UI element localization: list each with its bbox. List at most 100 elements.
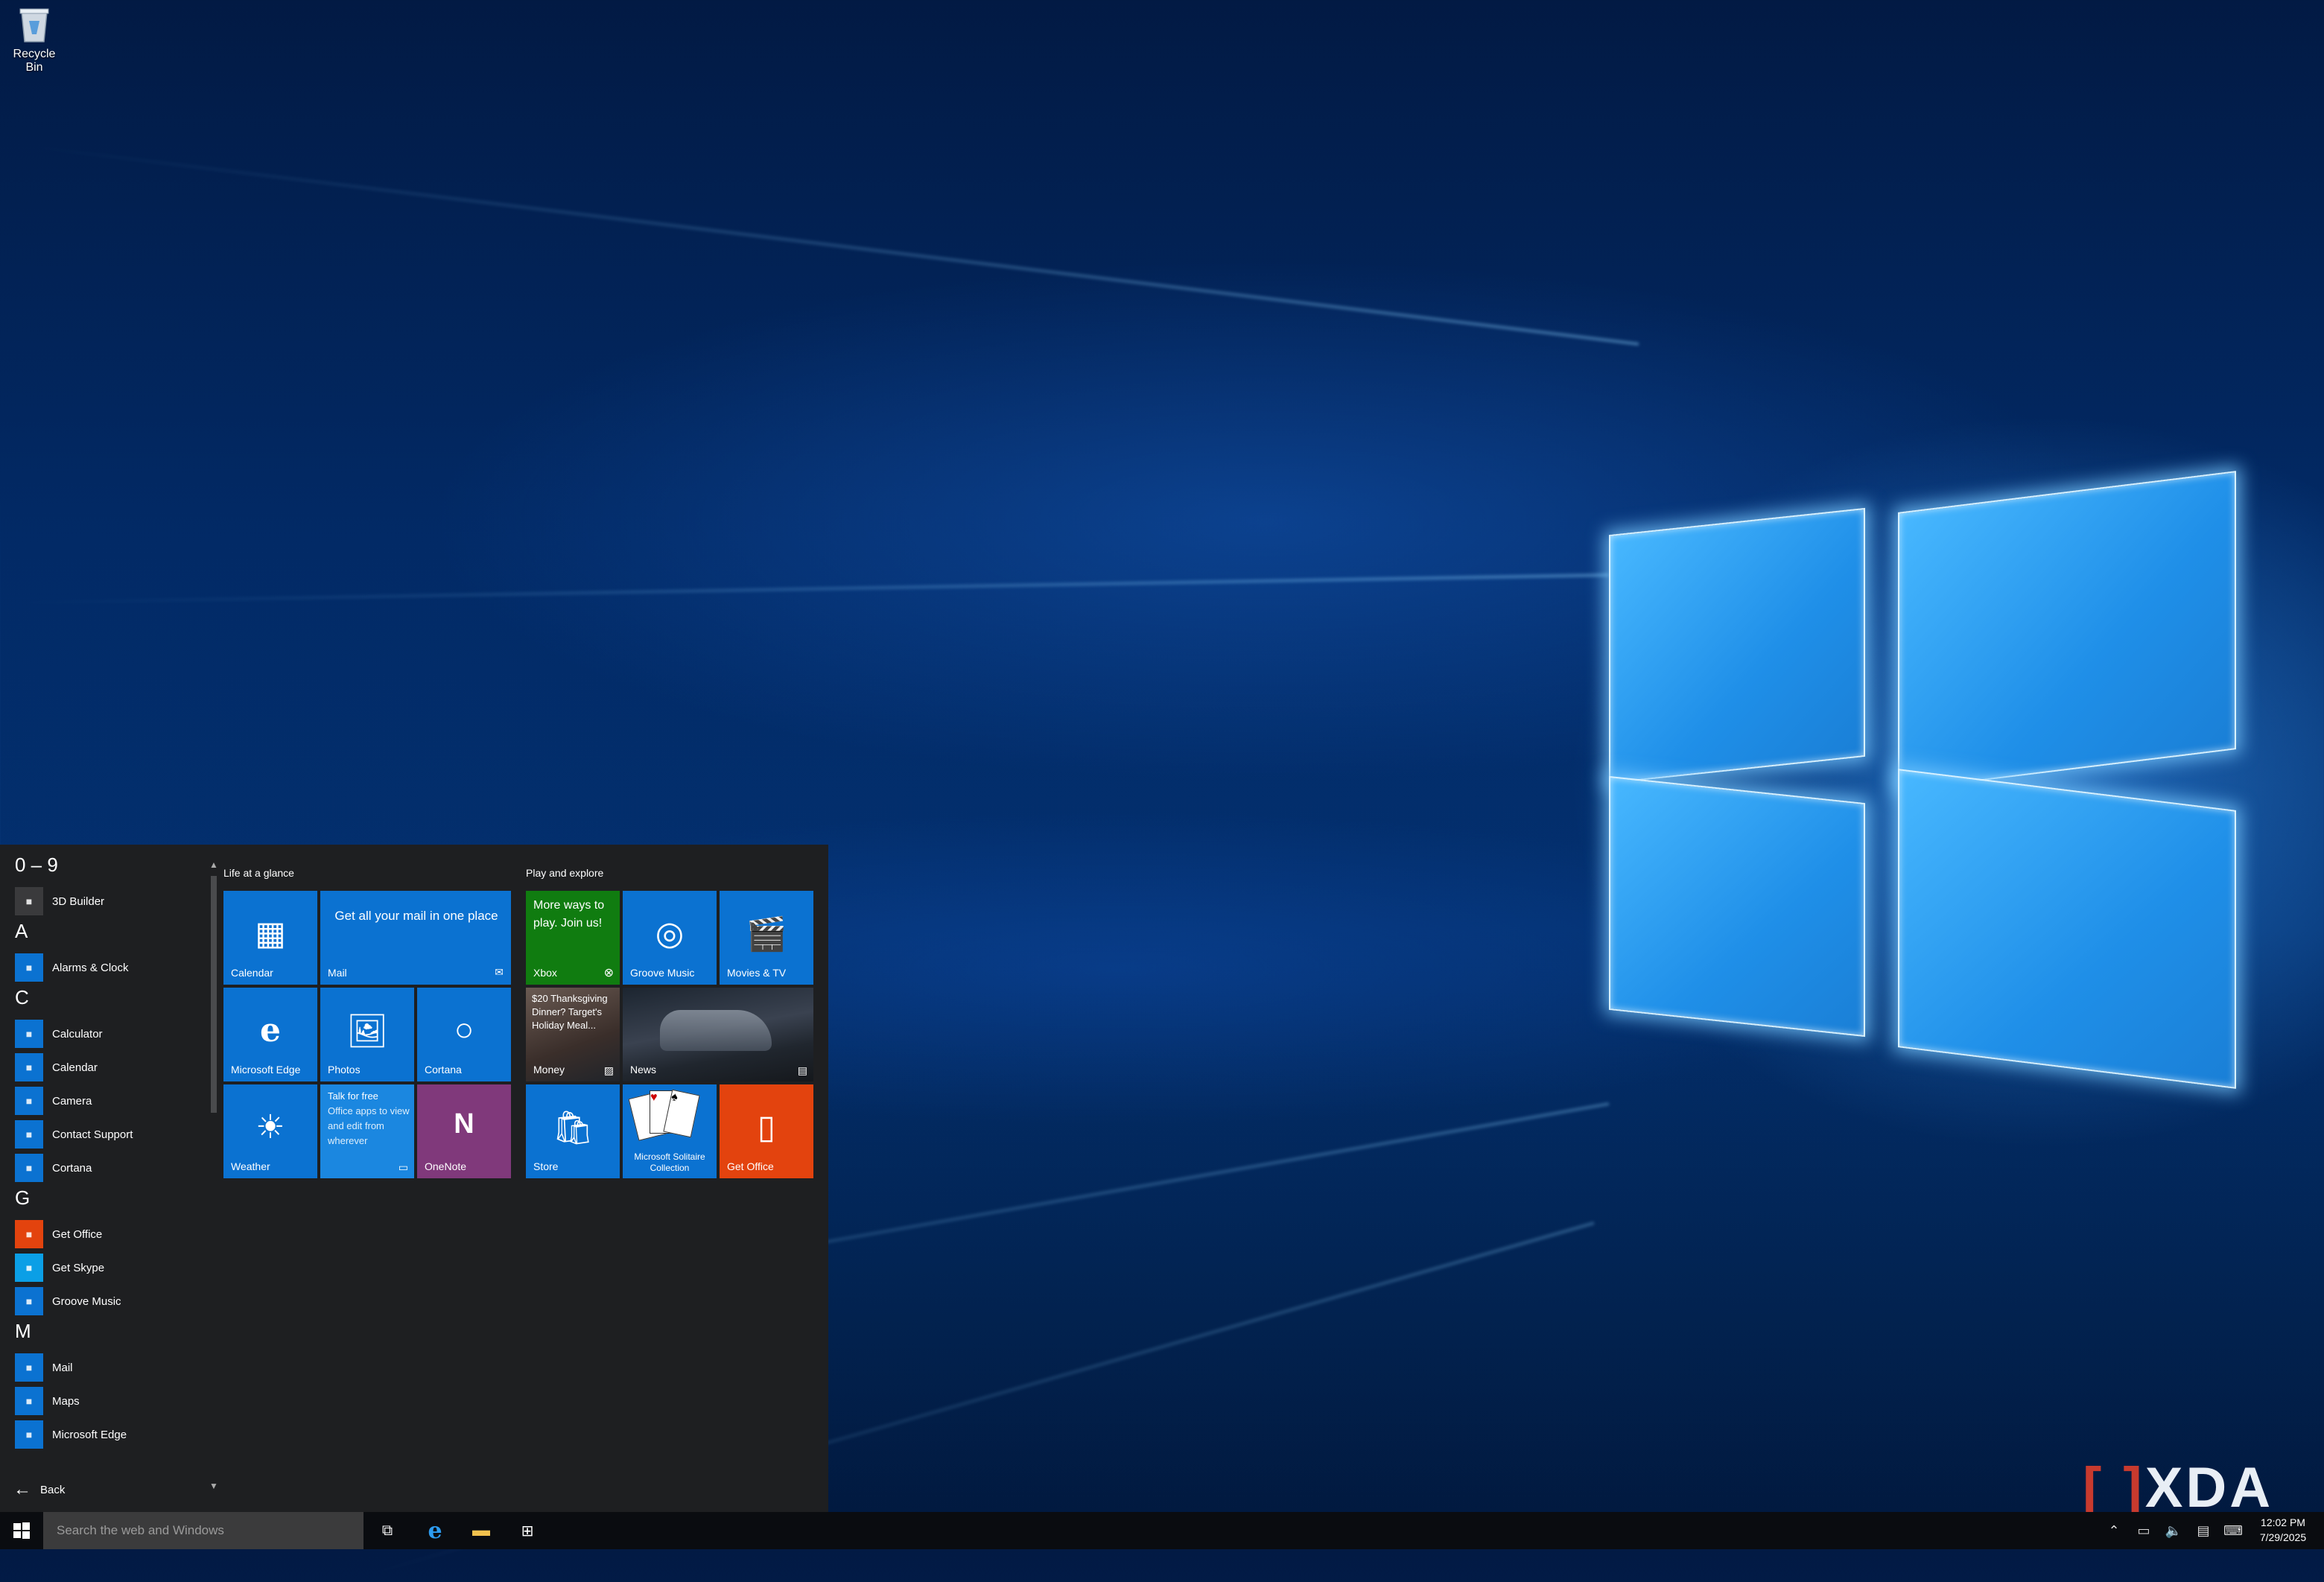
app-list-item[interactable]: ■ Get Skype: [15, 1253, 104, 1283]
back-label: Back: [40, 1483, 66, 1496]
scroll-down-icon[interactable]: ▼: [209, 1481, 218, 1491]
scroll-up-icon[interactable]: ▲: [209, 860, 218, 870]
recycle-bin-label: Recycle Bin: [13, 48, 56, 74]
money-tile-headline: $20 Thanksgiving Dinner? Target's Holida…: [532, 993, 608, 1031]
app-list-section-header[interactable]: C: [15, 986, 29, 1009]
tile-label: Microsoft Solitaire Collection: [634, 1151, 705, 1173]
recycle-bin-icon: [17, 4, 51, 43]
keyboard-button[interactable]: ⌨: [2218, 1512, 2248, 1549]
app-list-item-label: Alarms & Clock: [52, 961, 129, 974]
tile-label: Photos: [328, 1064, 361, 1076]
app-list-item[interactable]: ■ 3D Builder: [15, 886, 104, 916]
edge-icon: ■: [15, 1420, 43, 1449]
tile-cortana[interactable]: ○ Cortana: [417, 988, 511, 1081]
app-list-item-label: Calculator: [52, 1027, 103, 1041]
app-list-section-header[interactable]: 0 – 9: [15, 854, 58, 877]
app-list-item-label: Mail: [52, 1361, 73, 1374]
tile-label: Cortana: [425, 1064, 462, 1076]
keyboard-icon: ⌨: [2223, 1522, 2243, 1538]
app-list-item-label: Microsoft Edge: [52, 1428, 127, 1441]
task-view-button[interactable]: ⧉: [365, 1512, 410, 1549]
app-list-section-header[interactable]: A: [15, 920, 28, 943]
windows-logo-pane: [1609, 507, 1865, 784]
tile-store[interactable]: 🛍 Store: [526, 1084, 620, 1178]
tile-label: News: [630, 1064, 657, 1076]
tile-photos[interactable]: 🖼 Photos: [320, 988, 414, 1081]
tile-xbox[interactable]: More ways to play. Join us! Xbox ⊗: [526, 891, 620, 985]
back-button[interactable]: ← Back: [13, 1479, 65, 1500]
calculator-icon: ■: [15, 1020, 43, 1048]
app-list-item[interactable]: ■ Mail: [15, 1353, 73, 1382]
app-list-item[interactable]: ■ Contact Support: [15, 1119, 133, 1149]
app-list-item[interactable]: ■ Calendar: [15, 1052, 98, 1082]
tile-movies-tv[interactable]: 🎬 Movies & TV: [720, 891, 813, 985]
xda-watermark: [ ]XDA: [2083, 1456, 2274, 1519]
app-list-item-label: Get Skype: [52, 1261, 105, 1274]
scrollbar-thumb[interactable]: [211, 876, 217, 1113]
tile-label: Store: [533, 1160, 559, 1172]
app-list-item[interactable]: ■ Camera: [15, 1086, 92, 1116]
tile-label: Money: [533, 1064, 565, 1076]
xbox-tile-message: More ways to play. Join us!: [533, 899, 605, 930]
tile-label: Mail: [328, 967, 347, 979]
show-hidden-icons-button[interactable]: ⌃: [2099, 1512, 2129, 1549]
app-list-scrollbar[interactable]: ▲ ▼: [209, 860, 219, 1575]
taskbar-file-explorer[interactable]: ▬: [459, 1512, 504, 1549]
action-center-button[interactable]: ▤: [2188, 1512, 2218, 1549]
tile-money[interactable]: $20 Thanksgiving Dinner? Target's Holida…: [526, 988, 620, 1081]
office-promo-body: Office apps to view and edit from wherev…: [328, 1105, 410, 1146]
app-list-section-header[interactable]: M: [15, 1320, 31, 1343]
app-list-item[interactable]: ■ Groove Music: [15, 1286, 121, 1316]
app-list: 0 – 9 ■ 3D Builder A ■ Alarms & Clock C ■ Calcul…: [0, 845, 212, 1519]
volume-icon: 🔈: [2165, 1522, 2182, 1538]
alarm-clock-icon: ■: [15, 953, 43, 982]
tile-news[interactable]: News ▤: [623, 988, 813, 1081]
groove-music-icon: ◎: [655, 915, 685, 952]
app-list-item-label: 3D Builder: [52, 895, 105, 908]
app-list-item[interactable]: ■ Maps: [15, 1386, 80, 1416]
app-list-item[interactable]: ■ Alarms & Clock: [15, 953, 129, 982]
start-button[interactable]: [0, 1512, 43, 1549]
office-icon: ■: [15, 1220, 43, 1248]
store-icon: 🛍: [552, 1110, 594, 1146]
search-box[interactable]: Search the web and Windows: [43, 1512, 363, 1549]
playing-cards-icon: ♥ ♠: [628, 1089, 705, 1141]
store-icon: ⊞: [521, 1522, 534, 1540]
tile-label: Calendar: [231, 967, 273, 979]
windows-logo-pane: [1898, 769, 2236, 1089]
tile-microsoft-edge[interactable]: e Microsoft Edge: [223, 988, 317, 1081]
network-icon: ▭: [2137, 1522, 2150, 1538]
app-list-item[interactable]: ■ Cortana: [15, 1153, 92, 1183]
tile-mail[interactable]: Get all your mail in one place Mail ✉: [320, 891, 511, 985]
network-button[interactable]: ▭: [2129, 1512, 2159, 1549]
volume-button[interactable]: 🔈: [2159, 1512, 2188, 1549]
app-list-item-label: Cortana: [52, 1161, 92, 1175]
tile-get-office[interactable]: ▯ Get Office: [720, 1084, 813, 1178]
contact-support-icon: ■: [15, 1120, 43, 1149]
app-list-item-label: Contact Support: [52, 1128, 133, 1141]
cortana-icon: ■: [15, 1154, 43, 1182]
tile-onenote[interactable]: N OneNote: [417, 1084, 511, 1178]
clock[interactable]: 12:02 PM 7/29/2025: [2250, 1515, 2317, 1545]
groove-music-icon: ■: [15, 1287, 43, 1315]
laptop-icon: ▭: [398, 1161, 408, 1173]
tile-weather[interactable]: ☀ Weather: [223, 1084, 317, 1178]
clock-date: 7/29/2025: [2259, 1531, 2307, 1543]
app-list-item-label: Maps: [52, 1394, 80, 1408]
office-promo-headline: Talk for free: [328, 1090, 378, 1102]
tile-solitaire[interactable]: ♥ ♠ Microsoft Solitaire Collection: [623, 1084, 717, 1178]
windows-logo-pane: [1898, 471, 2236, 791]
app-list-item[interactable]: ■ Get Office: [15, 1219, 102, 1249]
calendar-icon: ▦: [255, 915, 286, 952]
cortana-icon: ○: [454, 1011, 474, 1048]
tile-groove-music[interactable]: ◎ Groove Music: [623, 891, 717, 985]
tile-calendar[interactable]: ▦ Calendar: [223, 891, 317, 985]
taskbar-edge[interactable]: e: [413, 1512, 457, 1549]
edge-icon: e: [428, 1517, 442, 1544]
recycle-bin-shortcut[interactable]: Recycle Bin: [4, 4, 64, 74]
taskbar-store[interactable]: ⊞: [505, 1512, 550, 1549]
app-list-item[interactable]: ■ Microsoft Edge: [15, 1420, 127, 1449]
app-list-section-header[interactable]: G: [15, 1186, 30, 1210]
app-list-item[interactable]: ■ Calculator: [15, 1019, 103, 1049]
tile-office-promo[interactable]: Talk for free Office apps to view and ed…: [320, 1084, 414, 1178]
